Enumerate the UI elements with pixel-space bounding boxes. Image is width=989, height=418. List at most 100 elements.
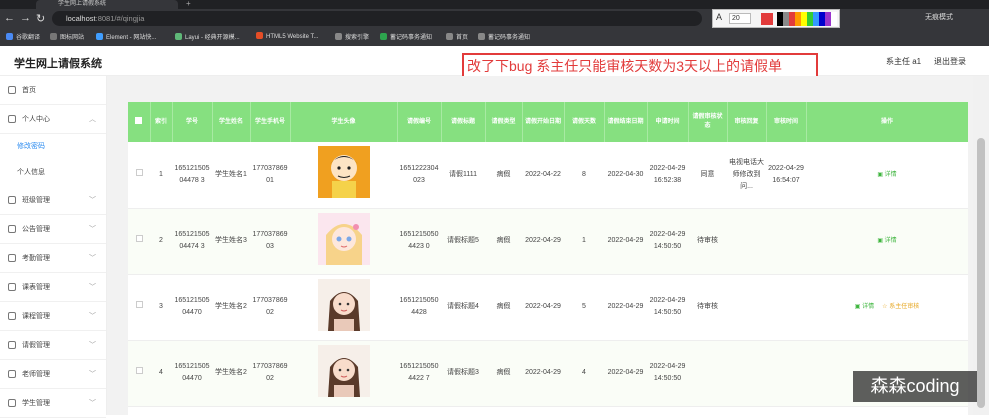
sidebar-item-student[interactable]: 学生管理 ﹀ <box>0 389 106 418</box>
bookmark[interactable]: 蓄记码事务通知 <box>478 32 530 41</box>
cell-actions: ▣ 详情 <box>806 142 968 209</box>
color-swatch-red[interactable] <box>761 13 773 25</box>
cell-reply <box>727 340 766 407</box>
avatar <box>317 278 370 331</box>
detail-button[interactable]: ▣ 详情 <box>877 172 896 178</box>
cell-student-name: 学生姓名1 <box>212 142 250 209</box>
cell-actions: ▣ 详情 <box>806 208 968 275</box>
reload-icon[interactable]: ↻ <box>36 12 45 25</box>
back-icon[interactable]: ← <box>4 12 15 24</box>
col-apply-time[interactable]: 申请时间 <box>647 102 689 142</box>
cell-end: 2022-04-29 <box>604 274 647 341</box>
sidebar-item-teacher[interactable]: 老师管理 ﹀ <box>0 360 106 389</box>
cell-status: 待审核 <box>688 274 727 341</box>
table-row: 2 16512150504474 3 学生姓名3 17703786903 165… <box>128 208 968 275</box>
chevron-down-icon: ﹀ <box>89 226 96 233</box>
table-row: 1 16512150504478 3 学生姓名1 17703786901 165… <box>128 142 968 209</box>
dean-review-button[interactable]: ☆ 系主任审核 <box>882 304 919 310</box>
doc-icon <box>8 341 16 349</box>
cell-title: 请假1111 <box>441 142 485 209</box>
col-student-phone[interactable]: 学生手机号 <box>250 102 291 142</box>
folder-icon <box>8 399 16 407</box>
incognito-badge[interactable]: 无痕模式 <box>925 12 953 22</box>
row-checkbox[interactable] <box>135 168 143 176</box>
bookmark-icon <box>8 283 16 291</box>
cell-days: 8 <box>564 142 604 209</box>
sidebar-item-notice[interactable]: 公告管理 ﹀ <box>0 215 106 244</box>
bookmark[interactable]: 图标网站 <box>50 32 84 41</box>
sidebar-item-personal[interactable]: 个人中心 ︿ <box>0 105 106 134</box>
col-leave-no[interactable]: 请假编号 <box>397 102 442 142</box>
sidebar-item-change-password[interactable]: 修改密码 <box>0 134 106 160</box>
sidebar-item-class[interactable]: 班级管理 ﹀ <box>0 186 106 215</box>
text-tool-icon[interactable]: A <box>716 12 722 22</box>
col-student-name[interactable]: 学生姓名 <box>212 102 251 142</box>
cell-reply <box>727 208 766 275</box>
scrollbar-thumb[interactable] <box>977 138 985 408</box>
cell-title: 请假标题3 <box>441 340 485 407</box>
cell-avatar <box>290 208 397 275</box>
forward-icon[interactable]: → <box>20 12 31 24</box>
avatar <box>317 212 370 265</box>
color-palette[interactable] <box>777 12 837 26</box>
chevron-down-icon: ﹀ <box>89 197 96 204</box>
row-checkbox[interactable] <box>135 235 143 242</box>
cell-days: 4 <box>564 340 604 407</box>
col-student-id[interactable]: 学号 <box>172 102 213 142</box>
bookmark[interactable]: 蓄记码事务通知 <box>380 32 432 41</box>
col-start-date[interactable]: 请假开始日期 <box>522 102 565 142</box>
bookmark[interactable]: HTML5 Website T... <box>256 32 318 40</box>
sidebar-item-profile[interactable]: 个人信息 <box>0 160 106 186</box>
bookmark[interactable]: Layui - 经典开源模... <box>175 32 240 41</box>
cell-student-id: 16512150504474 3 <box>172 208 212 275</box>
col-avatar: 学生头像 <box>290 102 398 142</box>
bookmark[interactable]: 搜索引擎 <box>335 32 369 41</box>
cell-actions: ▣ 详情 ☆ 系主任审核 <box>806 274 968 341</box>
chevron-down-icon: ﹀ <box>89 284 96 291</box>
col-reply[interactable]: 审核回复 <box>727 102 767 142</box>
col-leave-type[interactable]: 请假类型 <box>485 102 523 142</box>
col-leave-title[interactable]: 请假标题 <box>441 102 486 142</box>
sidebar-item-attendance[interactable]: 考勤管理 ﹀ <box>0 244 106 273</box>
row-checkbox[interactable] <box>135 367 143 374</box>
detail-button[interactable]: ▣ 详情 <box>855 304 874 310</box>
sidebar-item-leave[interactable]: 请假管理 ﹀ <box>0 331 106 360</box>
new-tab-button[interactable]: + <box>186 0 191 8</box>
avatar <box>317 344 370 397</box>
col-status[interactable]: 请假审核状态 <box>688 102 728 142</box>
vertical-scrollbar[interactable] <box>973 76 989 415</box>
annotation-toolbar[interactable]: A 20 <box>712 9 840 28</box>
select-all-checkbox[interactable] <box>128 102 151 142</box>
font-size-select[interactable]: 20 <box>729 13 751 24</box>
row-checkbox[interactable] <box>135 301 143 308</box>
cell-start: 2022-04-22 <box>522 142 564 209</box>
app-title: 学生网上请假系统 <box>14 58 102 70</box>
cell-phone: 17703786902 <box>250 274 290 341</box>
sidebar-item-schedule[interactable]: 课表管理 ﹀ <box>0 273 106 302</box>
cell-apply-time: 2022-04-29 16:52:38 <box>647 142 688 209</box>
cell-leave-no: 16512150504422 7 <box>397 340 441 407</box>
col-review-time[interactable]: 审核时间 <box>766 102 807 142</box>
cell-status <box>688 340 727 407</box>
cell-student-id: 16512150504470 <box>172 340 212 407</box>
cell-review-time: 2022-04-29 16:54:07 <box>766 142 806 209</box>
leave-table: 索引 学号 学生姓名 学生手机号 学生头像 请假编号 请假标题 请假类型 请假开… <box>128 102 968 415</box>
address-bar[interactable]: localhost:8081/#/qingjia <box>52 11 702 26</box>
cell-days: 5 <box>564 274 604 341</box>
col-days[interactable]: 请假天数 <box>564 102 605 142</box>
sidebar-item-course[interactable]: 课程管理 ﹀ <box>0 302 106 331</box>
sidebar-item-home[interactable]: 首页 <box>0 76 106 105</box>
menu-icon <box>8 196 16 204</box>
cell-index: 1 <box>150 142 172 209</box>
detail-button[interactable]: ▣ 详情 <box>877 238 896 244</box>
col-end-date[interactable]: 请假结束日期 <box>604 102 648 142</box>
bookmark[interactable]: 谷歌翻译 <box>6 32 40 41</box>
cell-student-name: 学生姓名3 <box>212 208 250 275</box>
cell-type: 病假 <box>485 208 522 275</box>
bookmark[interactable]: 首页 <box>446 32 468 41</box>
url-path: :8081/#/qingjia <box>95 14 145 23</box>
browser-tab[interactable]: 学生网上请假系统 <box>36 0 178 9</box>
logout-link[interactable]: 退出登录 <box>934 56 966 67</box>
cell-status: 待审核 <box>688 208 727 275</box>
bookmark[interactable]: Element - 网站快... <box>96 32 156 41</box>
